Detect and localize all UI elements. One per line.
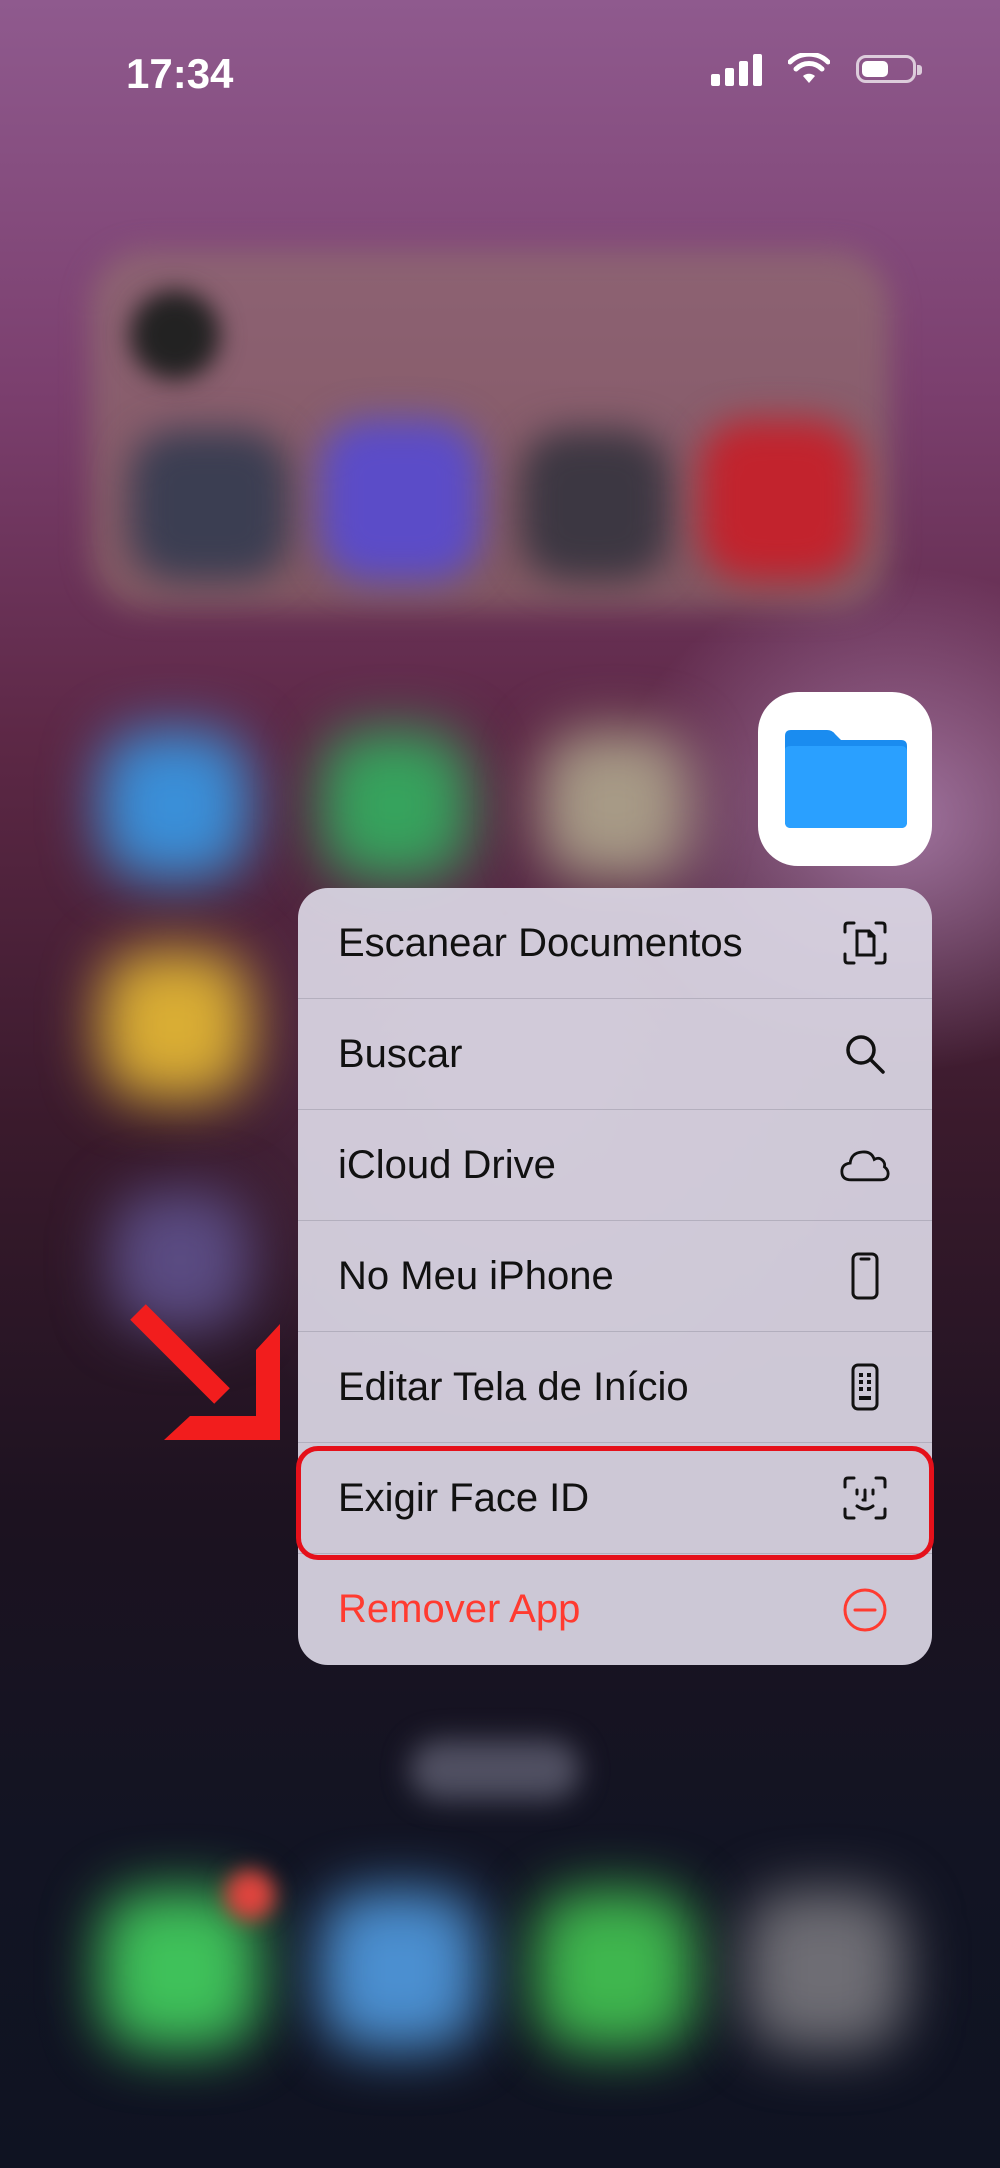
blurred-app-icon xyxy=(100,730,250,880)
blurred-page-dots xyxy=(410,1740,580,1800)
blurred-app-icon xyxy=(100,950,250,1100)
blurred-badge xyxy=(225,1870,275,1920)
menu-item-search[interactable]: Buscar xyxy=(298,999,932,1110)
battery-icon xyxy=(856,55,922,83)
menu-item-label: Exigir Face ID xyxy=(338,1475,590,1520)
remove-minus-circle-icon xyxy=(840,1585,890,1635)
blurred-dock-icon xyxy=(535,1890,695,2050)
blurred-widget-thumb xyxy=(520,430,670,580)
blurred-widget-avatar xyxy=(130,290,220,380)
scan-document-icon xyxy=(840,918,890,968)
menu-item-require-face-id[interactable]: Exigir Face ID xyxy=(298,1443,932,1554)
menu-item-label: Escanear Documentos xyxy=(338,920,743,965)
face-id-icon xyxy=(840,1473,890,1523)
menu-item-label: Remover App xyxy=(338,1587,581,1631)
context-menu: Escanear Documentos Buscar iCloud Drive … xyxy=(298,888,932,1665)
menu-item-edit-home-screen[interactable]: Editar Tela de Início xyxy=(298,1332,932,1443)
blurred-app-icon xyxy=(540,730,690,880)
menu-item-scan-documents[interactable]: Escanear Documentos xyxy=(298,888,932,999)
menu-item-label: Buscar xyxy=(338,1031,463,1076)
cellular-signal-icon xyxy=(711,52,762,86)
folder-icon xyxy=(785,730,907,828)
search-icon xyxy=(840,1029,890,1079)
iphone-icon xyxy=(840,1251,890,1301)
wifi-icon xyxy=(788,53,830,83)
menu-item-label: No Meu iPhone xyxy=(338,1253,614,1298)
red-arrow-icon xyxy=(130,1304,280,1440)
menu-item-remove-app[interactable]: Remover App xyxy=(298,1554,932,1665)
menu-item-label: Editar Tela de Início xyxy=(338,1364,689,1409)
status-icons xyxy=(711,52,922,86)
edit-home-screen-icon xyxy=(840,1362,890,1412)
menu-item-icloud-drive[interactable]: iCloud Drive xyxy=(298,1110,932,1221)
cloud-icon xyxy=(840,1140,890,1190)
menu-item-label: iCloud Drive xyxy=(338,1142,556,1187)
blurred-dock-icon xyxy=(745,1890,905,2050)
blurred-app-icon xyxy=(320,730,470,880)
blurred-widget-thumb xyxy=(700,420,860,580)
status-time: 17:34 xyxy=(126,50,234,97)
blurred-widget-thumb xyxy=(130,430,290,580)
blurred-widget-thumb xyxy=(320,420,480,580)
files-app-icon[interactable] xyxy=(758,692,932,866)
menu-item-on-my-iphone[interactable]: No Meu iPhone xyxy=(298,1221,932,1332)
blurred-dock-icon xyxy=(320,1890,480,2050)
